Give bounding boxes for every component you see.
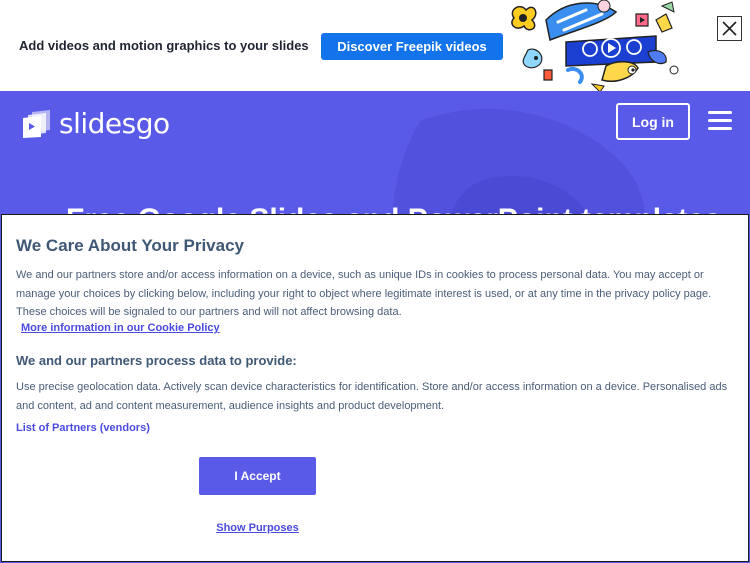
show-purposes-link[interactable]: Show Purposes [199, 522, 316, 534]
purposes-list: Use precise geolocation data. Actively s… [16, 381, 728, 412]
promo-illustration [511, 0, 679, 91]
hamburger-menu-icon[interactable] [708, 111, 732, 131]
accept-button[interactable]: I Accept [199, 457, 316, 495]
privacy-title: We Care About Your Privacy [16, 236, 244, 255]
slidesgo-logo-icon [23, 109, 50, 138]
promo-banner: Add videos and motion graphics to your s… [0, 0, 750, 91]
discover-freepik-videos-button[interactable]: Discover Freepik videos [321, 33, 503, 60]
privacy-consent-dialog: We Care About Your Privacy We and our pa… [1, 214, 749, 562]
partners-vendors-link[interactable]: List of Partners (vendors) [16, 422, 150, 434]
promo-close-button[interactable] [717, 16, 742, 41]
close-icon [722, 21, 737, 36]
logo-text: slidesgo [59, 107, 170, 140]
login-button[interactable]: Log in [616, 103, 690, 140]
slidesgo-logo[interactable]: slidesgo [22, 107, 170, 140]
promo-text: Add videos and motion graphics to your s… [19, 38, 309, 53]
privacy-description: We and our partners store and/or access … [16, 269, 712, 318]
purposes-heading: We and our partners process data to prov… [16, 353, 297, 368]
cookie-policy-link[interactable]: More information in our Cookie Policy [21, 322, 220, 334]
